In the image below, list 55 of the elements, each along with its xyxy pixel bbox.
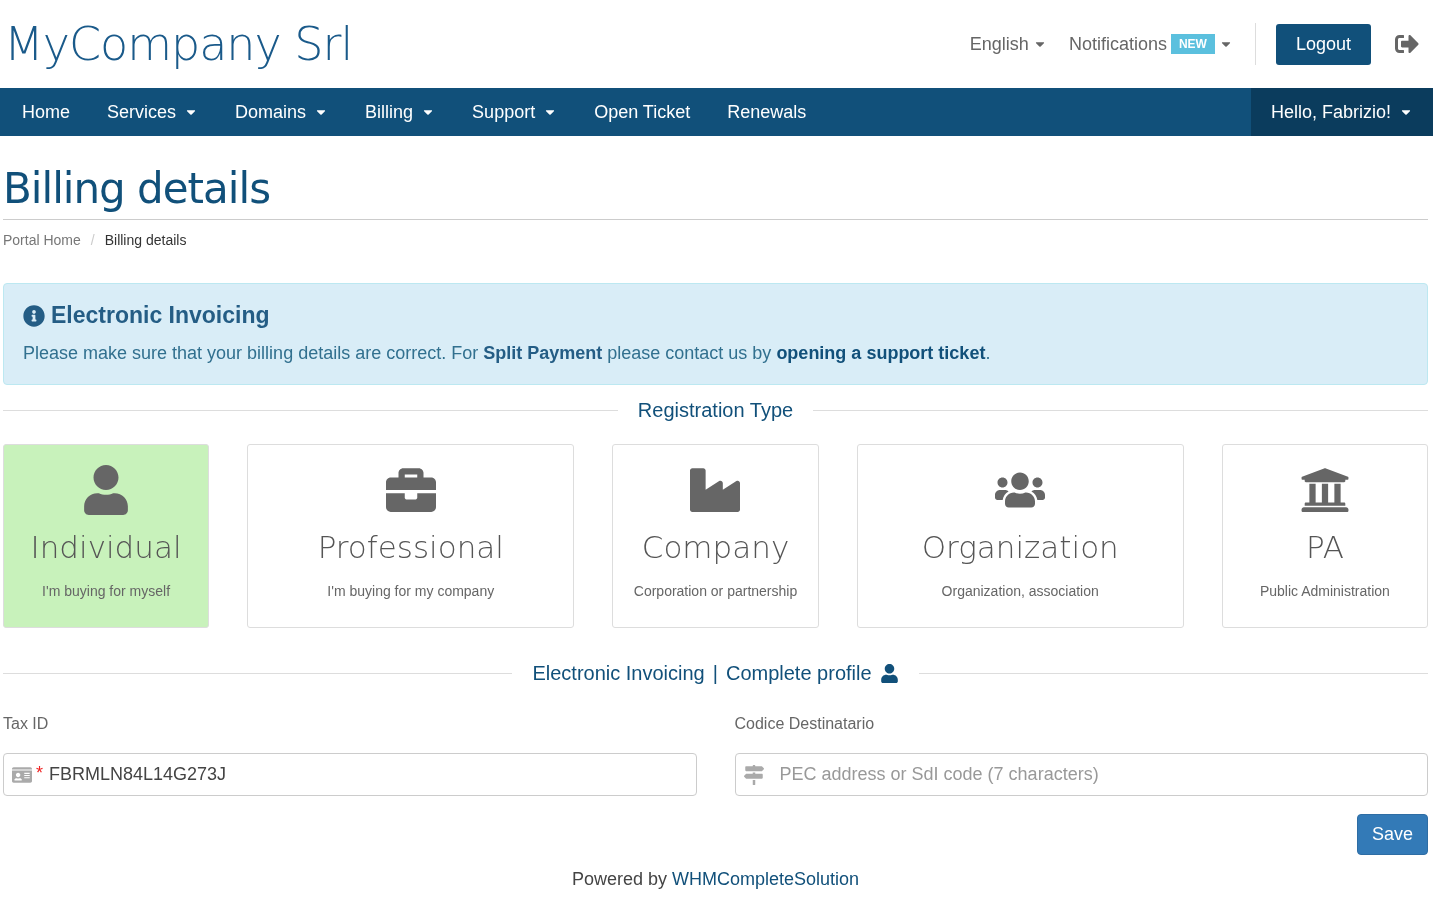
breadcrumb-item: Billing details xyxy=(104,232,187,248)
footer-text: Powered by xyxy=(571,869,667,889)
save-button[interactable]: Save xyxy=(1356,814,1428,855)
support-ticket-link[interactable]: opening a support ticket xyxy=(776,343,986,363)
signpost-icon xyxy=(743,765,764,785)
info-icon xyxy=(23,304,45,327)
alert-title: Electronic Invoicing xyxy=(51,302,270,329)
registration-type-card[interactable]: PA Public Administration xyxy=(1221,444,1428,628)
alert-text: Please make sure that your billing details are correct. For Split Payment please contact us by opening a support ticket. xyxy=(23,343,992,364)
footer-link[interactable]: WHMCompleteSolution xyxy=(672,869,860,889)
sign-out-icon[interactable] xyxy=(1395,32,1419,56)
factory-icon xyxy=(690,465,741,515)
nav-item[interactable]: Services xyxy=(88,88,217,136)
section-heading: Registration Type xyxy=(637,399,794,422)
building-icon xyxy=(1299,465,1350,515)
person-icon xyxy=(879,664,899,683)
id-card-icon xyxy=(12,765,32,785)
field-label: Codice Destinatario xyxy=(734,715,876,733)
section-heading: Electronic Invoicing xyxy=(532,662,705,685)
registration-type-card[interactable]: Professional I'm buying for my company xyxy=(247,444,575,628)
nav-item[interactable]: Open Ticket xyxy=(575,88,709,136)
registration-type-card[interactable]: Company Corporation or partnership xyxy=(612,444,819,628)
page-title: Billing details xyxy=(3,164,1428,220)
breadcrumb-item[interactable]: Portal Home xyxy=(3,232,81,248)
nav-item[interactable]: Renewals xyxy=(708,88,825,136)
user-menu[interactable]: Hello, Fabrizio! xyxy=(1250,88,1433,136)
card-title: Organization xyxy=(921,529,1119,565)
nav-item[interactable]: Home xyxy=(0,88,88,136)
notifications-label: Notifications xyxy=(1068,33,1167,55)
card-subtitle: I'm buying for my company xyxy=(327,583,495,599)
registration-type-card[interactable]: Organization Organization, association xyxy=(856,444,1184,628)
card-subtitle: Organization, association xyxy=(941,583,1099,599)
registration-type-card[interactable]: Individual I'm buying for myself xyxy=(3,444,210,628)
complete-profile-link[interactable]: Complete profile xyxy=(725,662,872,685)
notifications-menu[interactable]: Notifications NEW xyxy=(1068,33,1233,55)
card-title: Professional xyxy=(317,529,504,565)
breadcrumb-separator: / xyxy=(90,232,95,248)
language-menu[interactable]: English xyxy=(969,33,1047,55)
card-subtitle: Corporation or partnership xyxy=(633,583,798,599)
nav-item[interactable]: Billing xyxy=(346,88,454,136)
logout-button[interactable]: Logout xyxy=(1275,23,1371,65)
heading-separator: | xyxy=(712,662,718,685)
field-label: Tax ID xyxy=(3,715,50,733)
card-title: Company xyxy=(641,529,790,565)
card-subtitle: I'm buying for myself xyxy=(42,583,171,599)
new-badge: NEW xyxy=(1170,34,1215,54)
card-title: PA xyxy=(1305,529,1344,565)
input-field[interactable]: PEC address or SdI code (7 characters) xyxy=(734,753,1428,796)
nav-item[interactable]: Support xyxy=(453,88,576,136)
company-logo: MyCompany Srl xyxy=(4,17,354,71)
nav-item[interactable]: Domains xyxy=(216,88,347,136)
card-subtitle: Public Administration xyxy=(1259,583,1390,599)
card-title: Individual xyxy=(30,529,182,565)
required-mark: * xyxy=(36,764,43,782)
briefcase-icon xyxy=(385,465,436,515)
